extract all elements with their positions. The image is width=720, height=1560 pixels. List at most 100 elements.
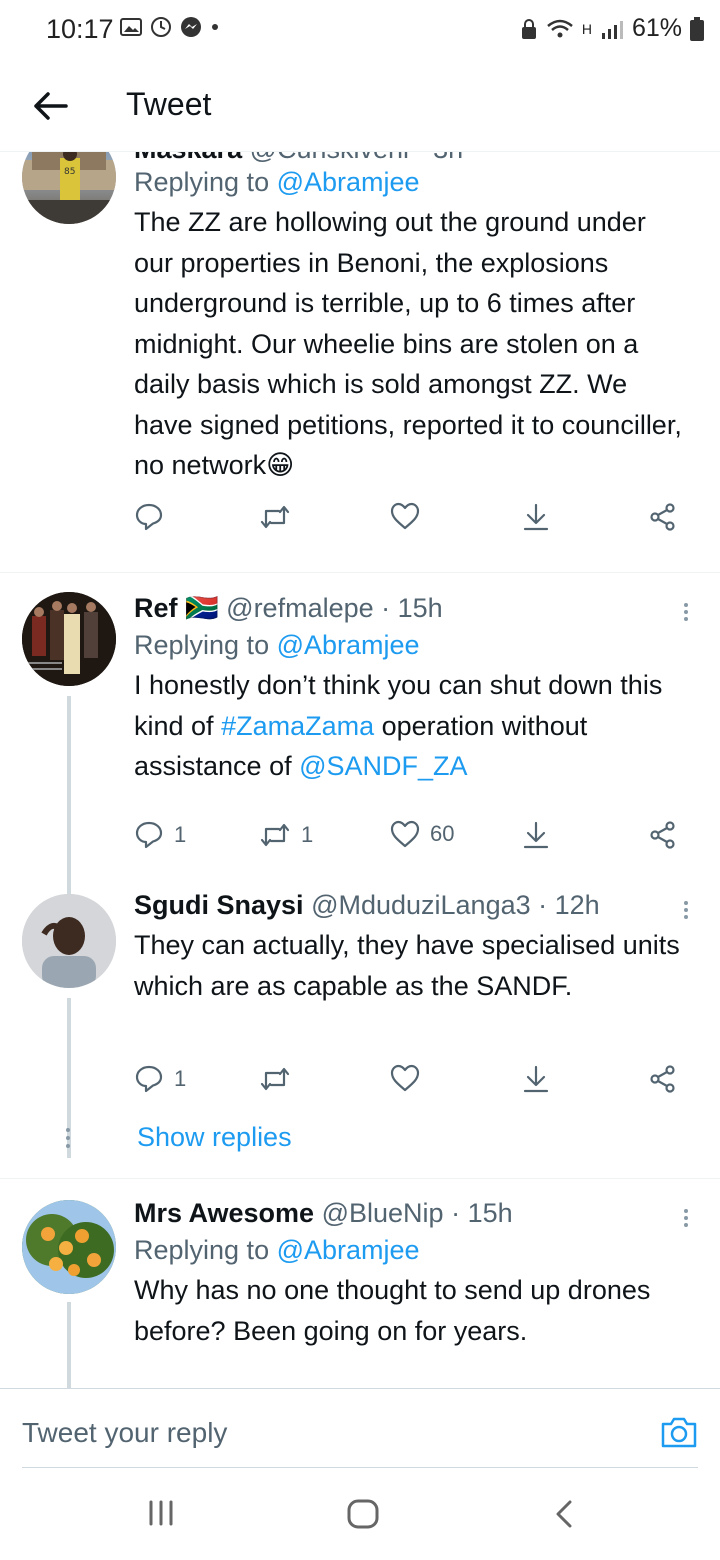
tweet-time: · 15h — [381, 593, 443, 623]
notification-icons — [120, 16, 220, 38]
like-button[interactable] — [390, 502, 420, 530]
tweet-actions — [134, 1016, 690, 1056]
thread-connector — [67, 696, 71, 896]
lock-icon — [521, 18, 536, 39]
download-icon — [523, 821, 549, 849]
reply-count: 1 — [174, 1066, 187, 1091]
more-options-icon[interactable] — [682, 600, 690, 624]
share-button[interactable] — [648, 1064, 678, 1094]
top-app-bar: Tweet — [0, 60, 720, 152]
reply-button[interactable]: 1 — [134, 1064, 186, 1094]
thread-connector — [67, 1302, 71, 1388]
author-name[interactable]: Mrs Awesome — [134, 1198, 314, 1228]
retweet-button[interactable] — [259, 502, 291, 532]
reply-icon — [135, 821, 163, 849]
mention-link[interactable]: @Abramjee — [277, 1235, 420, 1265]
avatar[interactable] — [22, 1200, 116, 1294]
gallery-icon — [120, 18, 142, 36]
tweet-text: They can actually, they have specialised… — [134, 930, 680, 1001]
avatar[interactable]: 85 — [22, 152, 116, 224]
mention-link[interactable]: @Abramjee — [277, 630, 420, 660]
retweet-button[interactable]: 1 — [259, 820, 313, 850]
reply-count: 1 — [174, 822, 187, 847]
retweet-icon — [260, 823, 290, 847]
show-replies-link[interactable]: Show replies — [137, 1122, 292, 1153]
tweet-author[interactable]: Ref 🇿🇦 @refmalepe · 15h — [134, 592, 690, 624]
page-title: Tweet — [126, 86, 212, 122]
back-icon[interactable] — [552, 1498, 576, 1530]
retweet-button[interactable] — [259, 1064, 291, 1094]
replies-feed[interactable]: 85 Maskara @Curiskiveni · 3h Replying to… — [0, 152, 720, 1388]
reply-button[interactable] — [134, 502, 164, 532]
back-arrow-icon[interactable] — [30, 86, 70, 126]
reply-icon — [135, 503, 163, 531]
author-handle[interactable]: @BlueNip — [322, 1198, 444, 1228]
share-button[interactable] — [648, 820, 678, 850]
tweet-author[interactable]: Mrs Awesome @BlueNip · 15h — [134, 1198, 690, 1229]
mention-link[interactable]: @Abramjee — [277, 167, 420, 197]
home-icon[interactable] — [346, 1498, 380, 1530]
tweet-card[interactable]: Ref 🇿🇦 @refmalepe · 15h Replying to @Abr… — [0, 592, 720, 896]
tweet-author[interactable]: Maskara @Curiskiveni · 3h — [134, 152, 690, 165]
like-button[interactable] — [390, 1064, 420, 1092]
reply-icon — [135, 1065, 163, 1093]
reply-button[interactable]: 1 — [134, 820, 186, 850]
mention-link[interactable]: @SANDF_ZA — [299, 751, 467, 781]
tweet-card[interactable]: Sgudi Snaysi @MduduziLanga3 · 12h They c… — [0, 890, 720, 1180]
tweet-time: · 3h — [417, 152, 464, 164]
avatar[interactable] — [22, 592, 116, 686]
battery-icon — [690, 16, 704, 41]
reply-composer: Tweet your reply — [0, 1388, 720, 1468]
tweet-author[interactable]: Sgudi Snaysi @MduduziLanga3 · 12h — [134, 890, 690, 921]
signal-icon — [601, 20, 623, 39]
retweet-icon — [260, 505, 290, 529]
author-name[interactable]: Ref 🇿🇦 — [134, 593, 219, 623]
replying-to: Replying to @Abramjee — [134, 167, 420, 197]
thread-connector — [67, 890, 71, 894]
author-handle[interactable]: @Curiskiveni — [250, 152, 409, 164]
replying-to: Replying to @Abramjee — [134, 630, 420, 660]
download-button[interactable] — [522, 1064, 550, 1094]
hashtag-link[interactable]: #ZamaZama — [221, 711, 374, 741]
download-icon — [523, 1065, 549, 1093]
divider — [0, 1178, 720, 1179]
download-button[interactable] — [522, 820, 550, 850]
tweet-text: Why has no one thought to send up drones… — [134, 1275, 651, 1346]
reply-input[interactable]: Tweet your reply — [22, 1417, 227, 1449]
dot-icon — [212, 24, 218, 30]
tweet-text: The ZZ are hollowing out the ground unde… — [134, 207, 682, 480]
author-handle[interactable]: @refmalepe — [226, 593, 373, 623]
tweet-time: · 15h — [451, 1198, 513, 1228]
avatar[interactable] — [22, 894, 116, 988]
tweet-time: · 12h — [538, 890, 600, 920]
author-name[interactable]: Maskara — [134, 152, 242, 164]
tweet-actions: 1 1 60 — [134, 820, 690, 860]
author-handle[interactable]: @MduduziLanga3 — [311, 890, 531, 920]
tweet-actions: 1 — [134, 1064, 690, 1104]
tweet-card[interactable]: 85 Maskara @Curiskiveni · 3h Replying to… — [0, 152, 720, 574]
heart-icon — [390, 820, 420, 848]
system-nav-bar — [0, 1468, 720, 1560]
replying-to: Replying to @Abramjee — [134, 1235, 420, 1265]
divider — [0, 572, 720, 573]
recent-apps-icon[interactable] — [146, 1498, 176, 1528]
heart-icon — [390, 502, 420, 530]
more-options-icon[interactable] — [682, 898, 690, 922]
share-button[interactable] — [648, 502, 678, 532]
download-button[interactable] — [522, 502, 550, 532]
author-name[interactable]: Sgudi Snaysi — [134, 890, 304, 920]
share-icon — [650, 503, 675, 531]
heart-icon — [390, 1064, 420, 1092]
retweet-icon — [260, 1067, 290, 1091]
camera-icon[interactable] — [660, 1415, 698, 1449]
battery-percent: 61% — [631, 14, 682, 42]
thread-ellipsis — [66, 1128, 70, 1152]
like-button[interactable]: 60 — [390, 820, 454, 848]
tweet-card[interactable]: Mrs Awesome @BlueNip · 15h Replying to @… — [0, 1198, 720, 1388]
more-options-icon[interactable] — [682, 1206, 690, 1230]
tweet-text: I honestly don’t think you can shut down… — [134, 670, 663, 781]
like-count: 60 — [430, 821, 455, 846]
status-bar: 10:17 H 61% — [0, 0, 720, 60]
share-icon — [650, 821, 675, 849]
messenger-icon — [181, 17, 201, 37]
